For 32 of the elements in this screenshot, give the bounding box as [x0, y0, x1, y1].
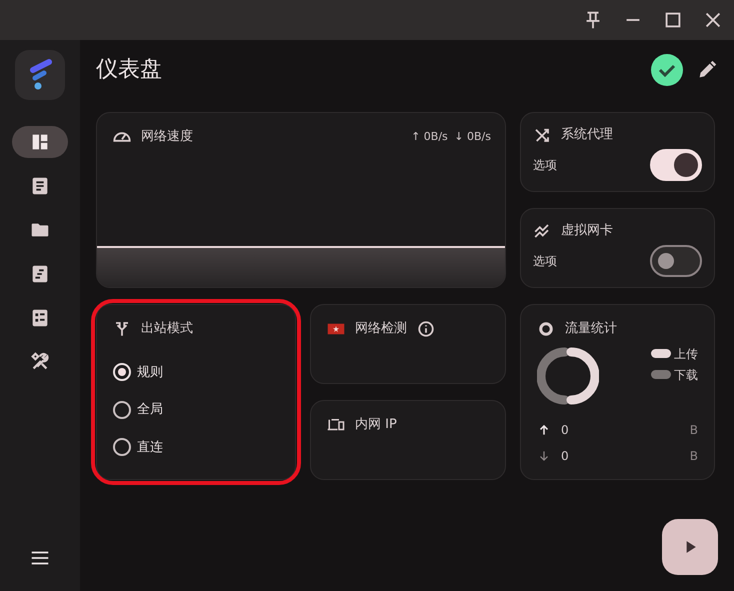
donut-icon — [537, 320, 555, 338]
card-title: 系统代理 — [561, 126, 613, 144]
legend-label: 上传 — [674, 346, 698, 362]
card-title: 出站模式 — [141, 320, 193, 338]
download-speed: ↓ 0B/s — [454, 129, 491, 145]
toggle-switch[interactable] — [650, 244, 702, 276]
split-arrow-icon — [113, 320, 131, 338]
radio-option[interactable]: 全局 — [113, 400, 279, 420]
gauge-icon — [113, 132, 131, 142]
card-title: 网络检测 — [355, 320, 407, 338]
donut-drawing — [537, 344, 599, 406]
traffic-unit: B — [690, 422, 698, 438]
card-title: 网络速度 — [141, 128, 193, 146]
app-logo — [15, 50, 65, 100]
up-arrow-icon — [537, 422, 551, 436]
traffic-unit: B — [690, 448, 698, 464]
card-title: 内网 IP — [355, 416, 397, 434]
option-label: 选项 — [533, 252, 557, 270]
traffic-value: 0 — [561, 422, 569, 438]
info-icon[interactable] — [417, 320, 435, 338]
radio-option[interactable]: 规则 — [113, 362, 279, 382]
zigzag-icon — [533, 222, 551, 240]
radio-option[interactable]: 直连 — [113, 438, 279, 457]
sidebar-item[interactable] — [12, 126, 68, 158]
card-title: 虚拟网卡 — [561, 222, 613, 240]
option-label: 选项 — [533, 156, 557, 174]
legend-label: 下载 — [674, 366, 698, 384]
card-title: 流量统计 — [565, 320, 617, 338]
page-title: 仪表盘 — [96, 56, 162, 84]
upload-speed: ↑ 0B/s — [411, 129, 448, 145]
status-check-icon[interactable] — [651, 54, 683, 86]
traffic-value: 0 — [561, 448, 569, 464]
